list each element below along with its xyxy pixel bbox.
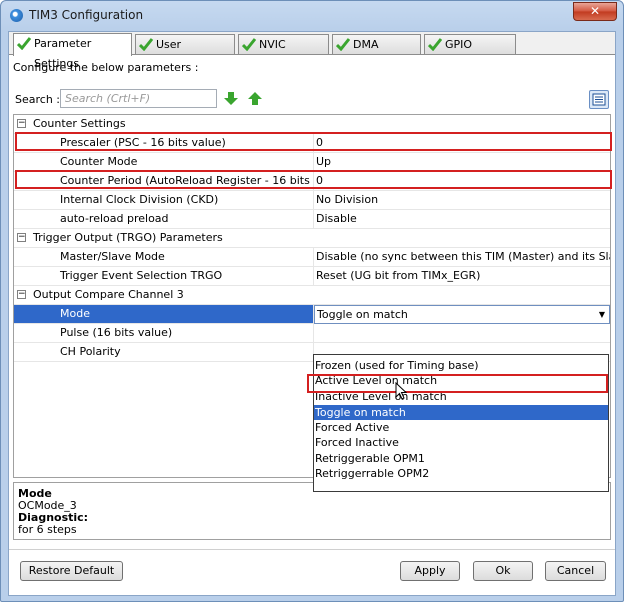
check-icon bbox=[428, 38, 442, 51]
param-name: Prescaler (PSC - 16 bits value) bbox=[14, 134, 314, 153]
check-icon bbox=[139, 38, 153, 51]
apply-button[interactable]: Apply bbox=[400, 561, 460, 581]
collapse-toggle[interactable]: − bbox=[17, 290, 26, 299]
dialog-body: Parameter Settings User Constants NVIC S… bbox=[8, 31, 616, 596]
param-row-master-slave[interactable]: Master/Slave Mode Disable (no sync betwe… bbox=[14, 248, 610, 267]
mouse-pointer-icon bbox=[395, 382, 407, 400]
chevron-down-icon[interactable]: ▼ bbox=[599, 306, 605, 323]
param-name: Counter Period (AutoReload Register - 16… bbox=[14, 172, 314, 191]
param-name: Pulse (16 bits value) bbox=[14, 324, 314, 343]
arrow-up-icon[interactable] bbox=[248, 92, 262, 105]
table-icon bbox=[592, 93, 606, 106]
ok-button[interactable]: Ok bbox=[473, 561, 533, 581]
param-name: Internal Clock Division (CKD) bbox=[14, 191, 314, 210]
configuration-window: TIM3 Configuration ✕ Parameter Settings … bbox=[0, 0, 624, 602]
app-icon bbox=[10, 9, 23, 22]
dropdown-option[interactable]: Forced Inactive bbox=[314, 435, 608, 450]
dropdown-option[interactable]: Retriggerable OPM1 bbox=[314, 451, 608, 466]
param-name: auto-reload preload bbox=[14, 210, 314, 229]
group-counter-settings[interactable]: − Counter Settings bbox=[14, 115, 610, 134]
dropdown-option-selected[interactable]: Toggle on match bbox=[314, 405, 608, 420]
dropdown-option[interactable]: Forced Active bbox=[314, 420, 608, 435]
check-icon bbox=[336, 38, 350, 51]
window-title: TIM3 Configuration bbox=[29, 8, 144, 22]
param-row-mode[interactable]: Mode Toggle on match ▼ bbox=[14, 305, 610, 324]
close-button[interactable]: ✕ bbox=[573, 2, 617, 21]
param-value[interactable]: 0 bbox=[314, 172, 610, 191]
diagnostic-text: for 6 steps bbox=[18, 523, 77, 536]
check-icon bbox=[17, 37, 31, 50]
param-value[interactable]: Up bbox=[314, 153, 610, 172]
tab-parameter-settings[interactable]: Parameter Settings bbox=[13, 33, 132, 70]
group-output-compare[interactable]: − Output Compare Channel 3 bbox=[14, 286, 610, 305]
param-name: CH Polarity bbox=[14, 343, 314, 362]
param-row-counter-mode[interactable]: Counter Mode Up bbox=[14, 153, 610, 172]
param-name: Mode bbox=[14, 305, 314, 324]
param-value[interactable]: Disable bbox=[314, 210, 610, 229]
mode-dropdown-list: Frozen (used for Timing base) Active Lev… bbox=[313, 354, 609, 492]
param-name: Trigger Event Selection TRGO bbox=[14, 267, 314, 286]
group-title: Output Compare Channel 3 bbox=[33, 288, 184, 301]
arrow-down-icon[interactable] bbox=[224, 92, 238, 105]
tab-dma-settings[interactable]: DMA Settings bbox=[332, 34, 421, 71]
cancel-button[interactable]: Cancel bbox=[545, 561, 606, 581]
param-value[interactable]: Reset (UG bit from TIMx_EGR) bbox=[314, 267, 610, 286]
search-input[interactable]: Search (Crtl+F) bbox=[60, 89, 217, 108]
dropdown-option[interactable]: Retriggerrable OPM2 bbox=[314, 466, 608, 481]
dropdown-option[interactable]: Inactive Level on match bbox=[314, 389, 608, 404]
restore-default-button[interactable]: Restore Default bbox=[20, 561, 123, 581]
dropdown-option[interactable]: Frozen (used for Timing base) bbox=[314, 358, 608, 373]
search-label: Search : bbox=[15, 93, 60, 106]
group-title: Counter Settings bbox=[33, 117, 126, 130]
check-icon bbox=[242, 38, 256, 51]
button-separator bbox=[9, 549, 615, 550]
group-trigger-output[interactable]: − Trigger Output (TRGO) Parameters bbox=[14, 229, 610, 248]
param-row-counter-period[interactable]: Counter Period (AutoReload Register - 16… bbox=[14, 172, 610, 191]
param-row-auto-reload[interactable]: auto-reload preload Disable bbox=[14, 210, 610, 229]
param-row-trigger-event[interactable]: Trigger Event Selection TRGO Reset (UG b… bbox=[14, 267, 610, 286]
param-value[interactable]: 0 bbox=[314, 134, 610, 153]
param-value[interactable]: Disable (no sync between this TIM (Maste… bbox=[314, 248, 610, 267]
collapse-toggle[interactable]: − bbox=[17, 119, 26, 128]
tab-user-constants[interactable]: User Constants bbox=[135, 34, 235, 71]
param-name: Counter Mode bbox=[14, 153, 314, 172]
table-view-button[interactable] bbox=[589, 90, 609, 109]
title-bar[interactable]: TIM3 Configuration ✕ bbox=[1, 1, 623, 29]
param-row-clock-division[interactable]: Internal Clock Division (CKD) No Divisio… bbox=[14, 191, 610, 210]
param-value[interactable]: No Division bbox=[314, 191, 610, 210]
param-value[interactable] bbox=[314, 324, 610, 343]
collapse-toggle[interactable]: − bbox=[17, 233, 26, 242]
mode-combobox[interactable]: Toggle on match ▼ bbox=[314, 305, 610, 324]
combobox-value: Toggle on match bbox=[317, 308, 408, 321]
tab-nvic-settings[interactable]: NVIC Settings bbox=[238, 34, 329, 71]
dropdown-option[interactable]: Active Level on match bbox=[314, 373, 608, 388]
parameter-settings-panel: Configure the below parameters : Search … bbox=[9, 54, 615, 595]
group-title: Trigger Output (TRGO) Parameters bbox=[33, 231, 223, 244]
param-row-prescaler[interactable]: Prescaler (PSC - 16 bits value) 0 bbox=[14, 134, 610, 153]
param-name: Master/Slave Mode bbox=[14, 248, 314, 267]
param-row-pulse[interactable]: Pulse (16 bits value) bbox=[14, 324, 610, 343]
tab-gpio-settings[interactable]: GPIO Settings bbox=[424, 34, 516, 71]
